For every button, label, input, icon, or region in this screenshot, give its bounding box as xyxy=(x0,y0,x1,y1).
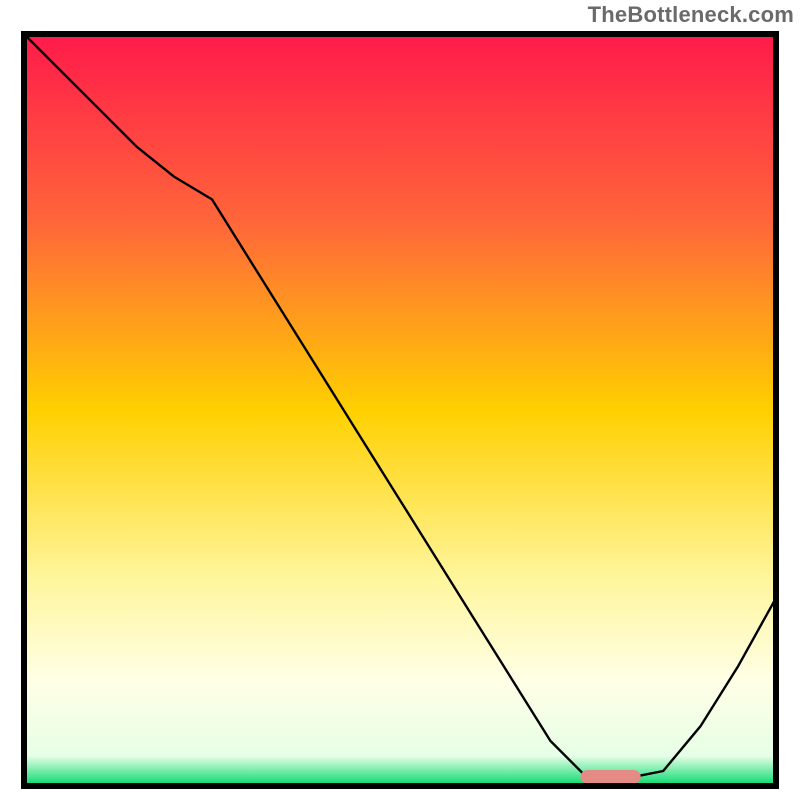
chart-svg xyxy=(20,30,780,790)
bottleneck-chart xyxy=(20,30,780,790)
watermark-text: TheBottleneck.com xyxy=(588,2,794,28)
